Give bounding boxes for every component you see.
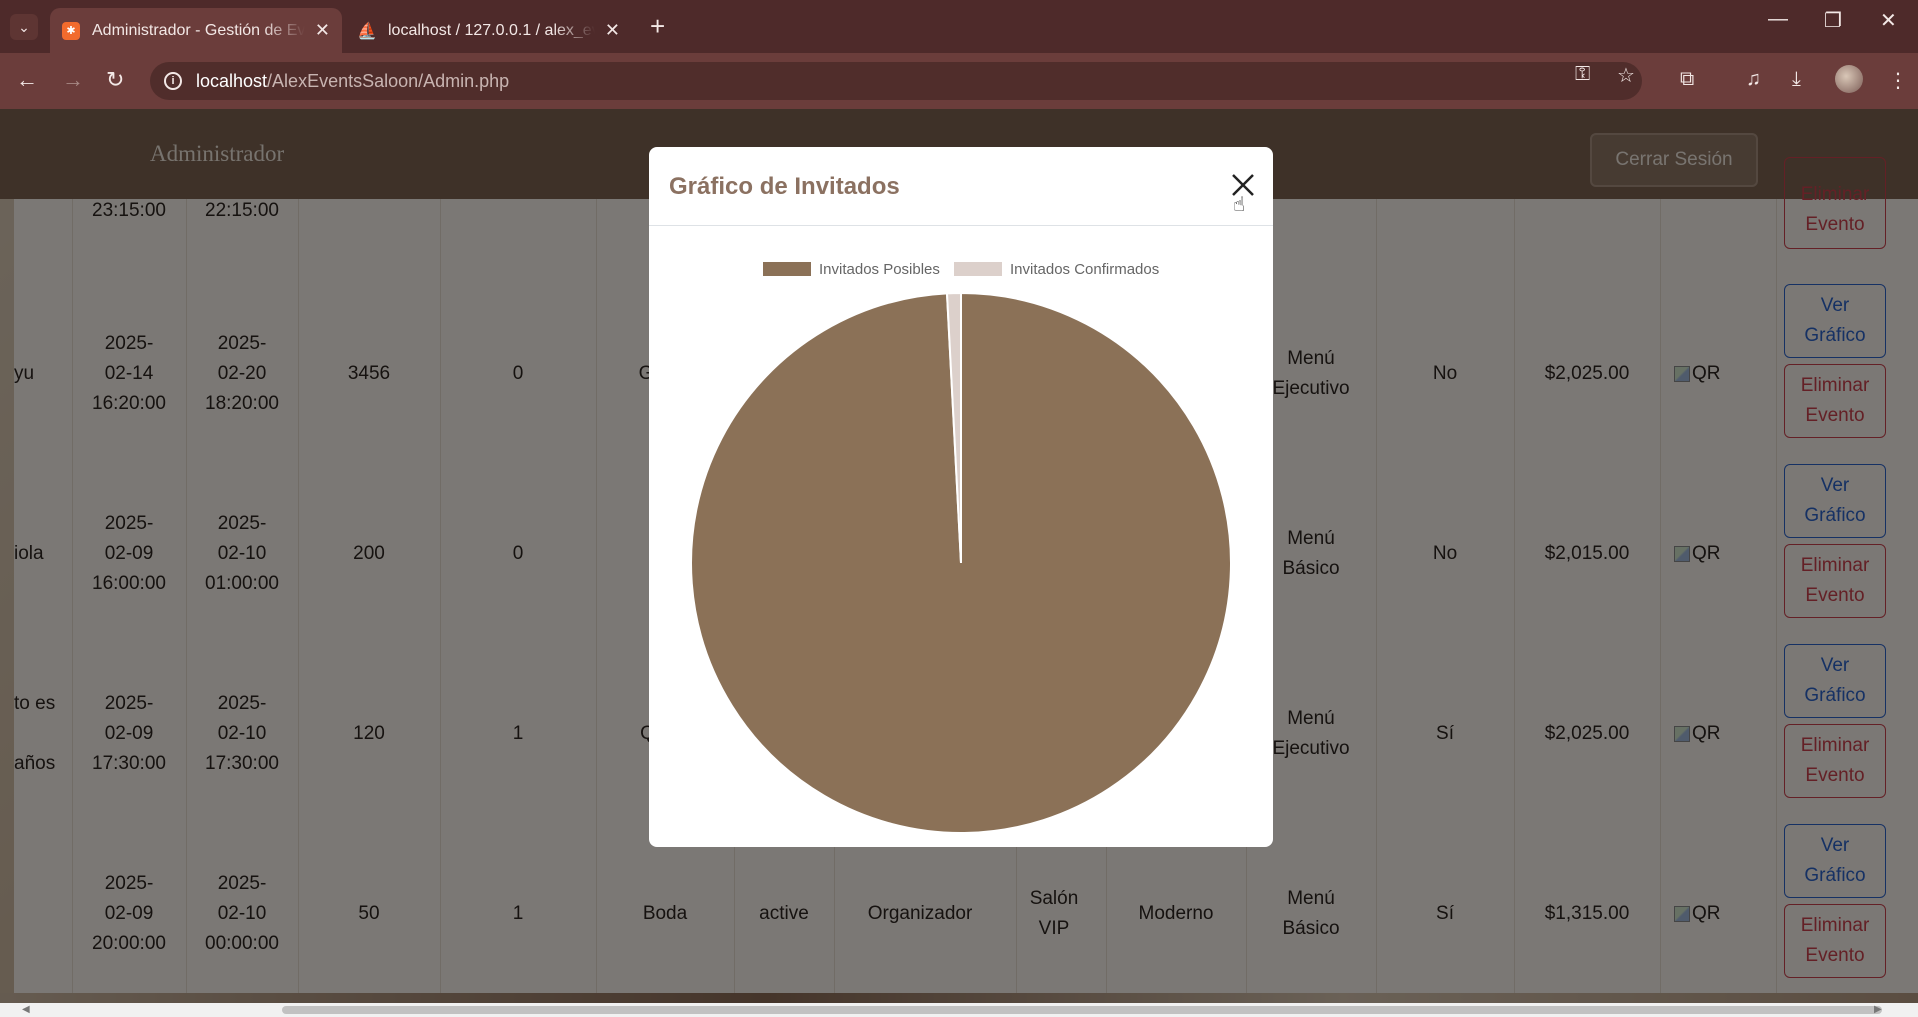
tab-title: Administrador - Gestión de Eventos (92, 21, 305, 39)
legend-swatch[interactable] (763, 262, 811, 276)
extensions-icon[interactable]: ⧉ (1680, 68, 1694, 91)
phpmyadmin-favicon-icon: ⛵ (357, 22, 377, 40)
scroll-left-icon[interactable]: ◀ (22, 1004, 30, 1015)
tab-close-icon[interactable]: ✕ (315, 20, 330, 41)
new-tab-button[interactable]: + (650, 12, 665, 40)
media-queue-icon[interactable]: ♫ (1746, 68, 1761, 91)
reload-icon[interactable]: ↻ (106, 67, 124, 93)
guests-pie-chart: Invitados Posibles Invitados Confirmados (649, 227, 1273, 847)
scroll-right-icon[interactable]: ▶ (1874, 1004, 1882, 1015)
tab-admin[interactable]: ✱ Administrador - Gestión de Eventos ✕ (50, 8, 342, 53)
modal-header: Gráfico de Invitados (649, 147, 1273, 226)
address-bar[interactable]: i localhost/AlexEventsSaloon/Admin.php (150, 62, 1642, 100)
download-icon[interactable]: ⤓ (1792, 68, 1801, 91)
tab-title: localhost / 127.0.0.1 / alex_events (388, 21, 595, 39)
menu-kebab-icon[interactable]: ⋮ (1888, 68, 1908, 93)
tab-close-icon[interactable]: ✕ (605, 20, 620, 41)
tab-search-button[interactable]: ⌄ (10, 14, 38, 40)
back-icon[interactable]: ← (16, 67, 38, 93)
browser-toolbar: ← → ↻ i localhost/AlexEventsSaloon/Admin… (0, 53, 1918, 109)
password-key-icon[interactable]: ⚿ (1575, 63, 1590, 86)
tab-phpmyadmin[interactable]: ⛵ localhost / 127.0.0.1 / alex_events ✕ (346, 8, 632, 53)
xampp-favicon-icon: ✱ (62, 21, 80, 40)
horizontal-scrollbar[interactable]: ◀ ▶ (0, 1003, 1918, 1017)
legend-label[interactable]: Invitados Confirmados (1010, 261, 1159, 278)
guests-chart-modal: Gráfico de Invitados Invitados Posibles I… (649, 147, 1273, 847)
bookmark-star-icon[interactable]: ☆ (1617, 63, 1635, 88)
url-path: /AlexEventsSaloon/Admin.php (267, 70, 510, 91)
profile-avatar[interactable] (1835, 65, 1863, 93)
forward-icon[interactable]: → (62, 67, 84, 93)
mouse-cursor-icon: ☝ (1233, 194, 1246, 216)
legend-label[interactable]: Invitados Posibles (819, 261, 940, 278)
restore-icon[interactable]: ❐ (1824, 8, 1842, 33)
minimize-icon[interactable]: — (1768, 8, 1788, 31)
legend-swatch[interactable] (954, 262, 1002, 276)
scrollbar-thumb[interactable] (282, 1006, 1882, 1014)
window-close-icon[interactable]: ✕ (1880, 8, 1897, 33)
browser-tab-bar: ⌄ ✱ Administrador - Gestión de Eventos ✕… (0, 0, 1918, 53)
site-info-icon[interactable]: i (164, 72, 182, 90)
modal-title: Gráfico de Invitados (669, 173, 900, 200)
url-host: localhost (196, 70, 268, 91)
